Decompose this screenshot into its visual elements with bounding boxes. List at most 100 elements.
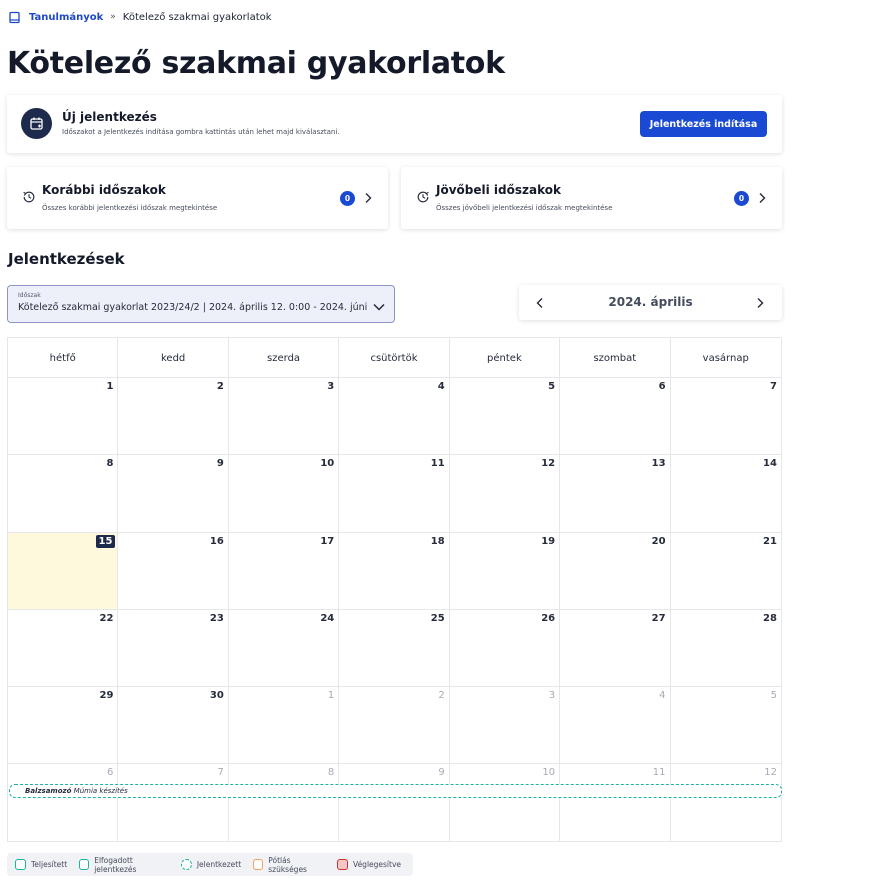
legend-item: Teljesített [15, 859, 67, 870]
day-number: 6 [107, 767, 114, 779]
calendar-day[interactable]: 20 [560, 532, 671, 609]
calendar-day-other-month[interactable]: 11 [560, 764, 671, 842]
legend-item: Jelentkezett [180, 859, 241, 870]
calendar-day-today[interactable]: 15 [8, 532, 119, 609]
calendar-day[interactable]: 11 [339, 455, 450, 532]
calendar-day[interactable]: 29 [8, 687, 119, 764]
calendar-day[interactable]: 21 [671, 533, 781, 609]
weekday-header: kedd [118, 338, 229, 378]
chevron-right-icon[interactable] [362, 190, 374, 204]
calendar-day[interactable]: 16 [118, 532, 229, 609]
start-application-button[interactable]: Jelentkezés indítása [640, 111, 767, 137]
day-number: 17 [320, 535, 335, 547]
day-number: 4 [437, 381, 445, 392]
breadcrumb-link-studies[interactable]: Tanulmányok [29, 12, 103, 23]
chevron-down-icon[interactable] [372, 298, 386, 311]
calendar-day[interactable]: 19 [450, 532, 561, 609]
calendar-week: 1 2 3 4 5 6 7 [8, 378, 781, 456]
legend-swatch [79, 859, 90, 870]
calendar-day[interactable]: 7 [671, 378, 781, 454]
new-application-title: Új jelentkezés [62, 110, 157, 124]
calendar-day[interactable]: 13 [560, 455, 671, 532]
past-periods-count-badge: 0 [340, 191, 355, 206]
calendar-day-other-month[interactable]: 10 [450, 764, 561, 842]
past-periods-card[interactable]: Korábbi időszakok Összes korábbi jelentk… [7, 167, 388, 229]
calendar-day-other-month[interactable]: 8 [229, 764, 340, 842]
new-application-subtitle: Időszakot a Jelentkezés indítása gombra … [62, 128, 340, 136]
calendar-day-other-month[interactable]: 3 [450, 687, 561, 764]
day-number: 11 [430, 458, 445, 470]
calendar-day-other-month[interactable]: 2 [339, 687, 450, 764]
calendar-day[interactable]: 22 [8, 609, 119, 687]
calendar-add-icon [21, 108, 52, 139]
month-label: 2024. április [608, 295, 693, 309]
calendar-day[interactable]: 17 [229, 532, 340, 609]
day-number: 5 [548, 381, 556, 392]
breadcrumb-separator: » [110, 12, 116, 22]
calendar-day-other-month[interactable]: 5 [671, 687, 781, 763]
day-number: 12 [764, 767, 777, 779]
calendar-day[interactable]: 4 [339, 378, 450, 455]
day-number: 4 [659, 690, 666, 702]
day-number: 24 [320, 612, 335, 624]
history-icon [22, 189, 36, 203]
day-number: 30 [209, 690, 224, 702]
calendar-day-other-month[interactable]: 6 [8, 764, 119, 842]
future-periods-card[interactable]: Jövőbeli időszakok Összes jövőbeli jelen… [401, 167, 782, 229]
day-number: 23 [209, 612, 224, 624]
calendar-day[interactable]: 5 [450, 378, 561, 455]
calendar-day[interactable]: 6 [560, 378, 671, 455]
calendar-event[interactable]: Balzsamozó Múmia készítés [9, 784, 782, 798]
calendar-body: 1 2 3 4 5 6 7 8 9 10 11 12 13 14 15 16 1… [8, 378, 781, 842]
period-select[interactable]: Időszak Kötelező szakmai gyakorlat 2023/… [7, 285, 395, 323]
calendar-day[interactable]: 24 [229, 609, 340, 687]
chevron-right-icon[interactable] [753, 295, 767, 310]
status-legend: Teljesített Elfogadott jelentkezés Jelen… [7, 853, 413, 876]
legend-label: Véglegesítve [353, 860, 401, 869]
calendar-day[interactable]: 28 [671, 610, 781, 686]
legend-swatch [180, 859, 192, 870]
future-periods-title: Jövőbeli időszakok [436, 183, 561, 197]
legend-item: Elfogadott jelentkezés [79, 856, 169, 874]
calendar-day[interactable]: 30 [118, 687, 229, 764]
calendar-day[interactable]: 23 [118, 609, 229, 687]
calendar-day[interactable]: 26 [450, 609, 561, 687]
calendar-day-other-month[interactable]: 9 [339, 764, 450, 842]
calendar-header: hétfő kedd szerda csütörtök péntek szomb… [8, 338, 781, 378]
calendar-day[interactable]: 8 [8, 455, 119, 532]
breadcrumb-current: Kötelező szakmai gyakorlatok [122, 11, 272, 23]
calendar-day[interactable]: 25 [339, 609, 450, 687]
day-number: 20 [651, 535, 666, 547]
day-number: 11 [652, 767, 666, 779]
day-number: 1 [327, 690, 335, 702]
day-number: 21 [763, 535, 777, 547]
legend-swatch [253, 859, 264, 870]
event-name: Múmia készítés [73, 787, 128, 795]
future-periods-count-badge: 0 [734, 191, 749, 206]
weekday-header: hétfő [8, 338, 119, 378]
calendar-day-other-month[interactable]: 4 [560, 687, 671, 764]
day-number: 5 [770, 690, 777, 702]
calendar-week: 6 7 8 9 10 11 12 [8, 764, 781, 842]
day-number: 2 [216, 381, 224, 392]
calendar-day[interactable]: 18 [339, 532, 450, 609]
day-number: 8 [327, 767, 335, 779]
calendar-day-other-month[interactable]: 7 [118, 764, 229, 842]
legend-swatch [15, 859, 26, 870]
calendar-day[interactable]: 2 [118, 378, 229, 455]
calendar-day[interactable]: 1 [8, 378, 119, 455]
calendar-day[interactable]: 9 [118, 455, 229, 532]
calendar-day[interactable]: 12 [450, 455, 561, 532]
calendar-day-other-month[interactable]: 1 [229, 687, 340, 764]
calendar-day[interactable]: 10 [229, 455, 340, 532]
day-number: 9 [216, 458, 224, 470]
day-number: 10 [542, 767, 556, 779]
calendar-day[interactable]: 14 [671, 455, 781, 531]
calendar-day[interactable]: 27 [560, 609, 671, 687]
legend-label: Teljesített [31, 860, 68, 869]
calendar-day-other-month[interactable]: 12 [671, 764, 781, 841]
chevron-right-icon[interactable] [756, 190, 768, 204]
day-number: 13 [651, 458, 666, 470]
calendar-day[interactable]: 3 [229, 378, 340, 455]
day-number: 3 [327, 381, 335, 392]
